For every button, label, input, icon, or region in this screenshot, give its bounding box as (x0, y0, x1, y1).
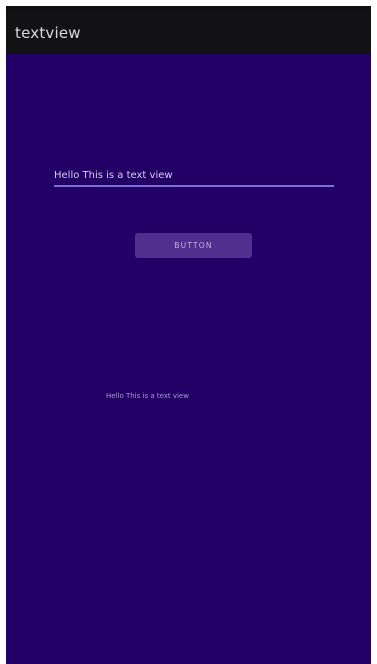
text-view-label: Hello This is a text view (106, 392, 189, 400)
app-title: textview (15, 24, 81, 42)
app-bar: textview (6, 12, 371, 54)
app-screen: textview BUTTON Hello This is a text vie… (6, 6, 371, 664)
main-button[interactable]: BUTTON (135, 233, 252, 258)
text-input[interactable] (54, 167, 334, 187)
